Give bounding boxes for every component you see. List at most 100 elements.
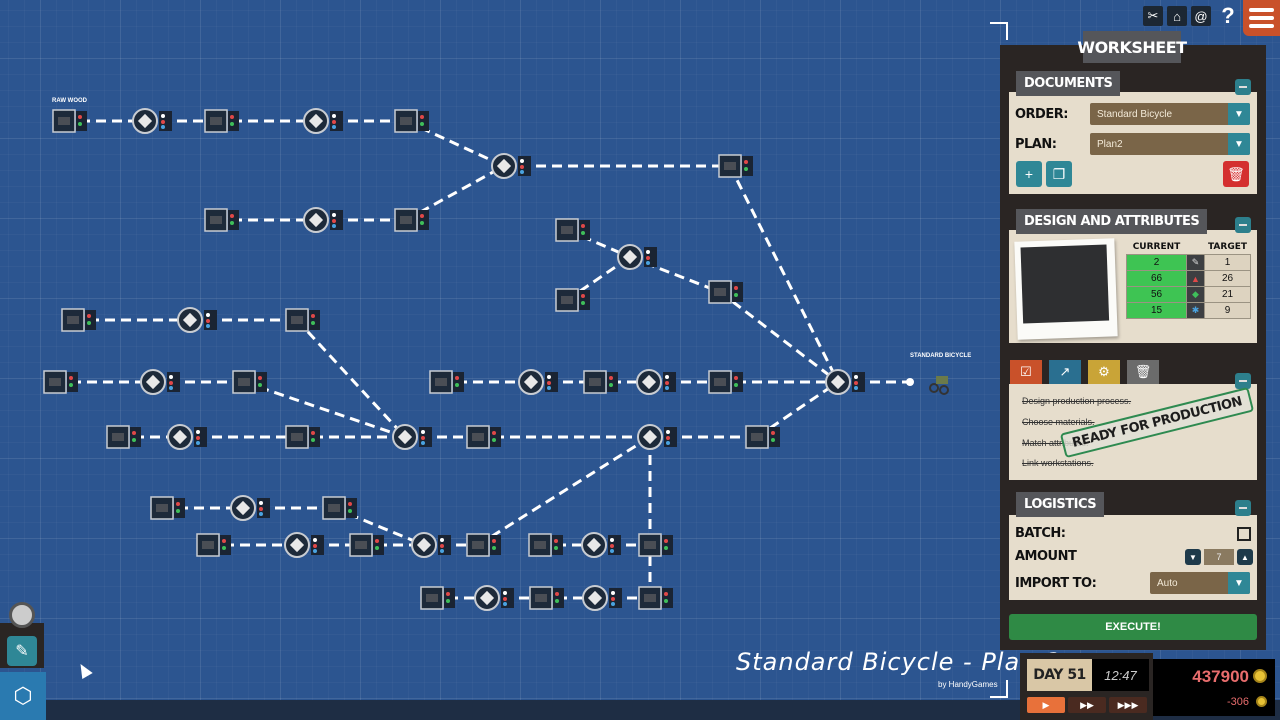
workstation-node[interactable] [491,153,531,179]
workstation-node[interactable] [581,532,621,558]
clock: 12:47 [1092,659,1149,691]
connection-line[interactable] [629,255,721,294]
material-node[interactable] [204,208,239,232]
material-node[interactable] [638,586,673,610]
production-graph[interactable] [0,0,1000,700]
new-document-icon: + [1024,166,1034,182]
connection-line[interactable] [243,380,406,439]
workstation-node[interactable] [825,369,865,395]
copy-plan-button[interactable]: ❐ [1046,161,1072,187]
material-node[interactable] [394,109,429,133]
fast-forward-button[interactable]: ▶▶ [1068,697,1106,713]
tab-stats[interactable]: ↗ [1049,360,1081,384]
material-node[interactable] [349,533,384,557]
material-node[interactable] [420,586,455,610]
connection-line[interactable] [728,165,840,383]
workstation-node[interactable] [284,532,324,558]
task-item: Choose materials. [1022,417,1095,427]
speed-dial-icon[interactable] [9,602,35,628]
collapse-design-button[interactable] [1235,217,1251,233]
collapse-logistics-button[interactable] [1235,500,1251,516]
workstation-node[interactable] [617,244,657,270]
workstation-node[interactable] [636,369,676,395]
material-node[interactable] [43,370,78,394]
output-label: STANDARD BICYCLE [910,353,972,359]
connection-line[interactable] [477,435,651,547]
home-icon[interactable]: ⌂ [1167,6,1187,26]
workstation-node[interactable] [474,585,514,611]
material-node[interactable] [528,533,563,557]
material-node[interactable] [708,280,743,304]
material-node[interactable] [429,370,464,394]
material-node[interactable] [555,288,590,312]
help-button[interactable]: ? [1215,3,1241,28]
chevron-up-icon: ▲ [1241,552,1249,562]
material-node[interactable] [529,586,564,610]
material-node[interactable] [466,533,501,557]
collapse-documents-button[interactable] [1235,79,1251,95]
material-node[interactable] [583,370,618,394]
target-value: 21 [1204,286,1251,303]
tools-icon[interactable]: ✂ [1143,6,1163,26]
material-node[interactable] [61,308,96,332]
material-node[interactable] [555,218,590,242]
play-button[interactable]: ▶ [1027,697,1065,713]
material-node[interactable] [196,533,231,557]
coin-icon [1253,669,1267,683]
material-node[interactable] [285,425,320,449]
fastest-forward-button[interactable]: ▶▶▶ [1109,697,1147,713]
current-value: 15 [1126,302,1187,319]
workstation-node[interactable] [303,207,343,233]
notes-button[interactable]: ✎ [7,636,37,666]
new-plan-button[interactable]: + [1016,161,1042,187]
workstation-node[interactable] [637,424,677,450]
chevron-down-icon: ▼ [1228,103,1250,125]
workstation-node[interactable] [392,424,432,450]
order-dropdown[interactable]: Standard Bicycle ▼ [1090,103,1250,125]
logistics-map-button[interactable]: ⬡ [0,672,46,720]
material-node[interactable] [150,496,185,520]
workstation-node[interactable] [518,369,558,395]
tab-checklist[interactable]: ☑ [1010,360,1042,384]
order-label: ORDER: [1015,107,1068,122]
target-value: 1 [1204,254,1251,271]
delete-plan-button[interactable]: 🗑 [1223,161,1249,187]
material-node[interactable] [232,370,267,394]
tab-trash[interactable]: 🗑 [1127,360,1159,384]
task-item: Design production process. [1022,396,1132,406]
logistics-header: LOGISTICS [1016,492,1105,517]
menu-button[interactable] [1243,0,1280,36]
material-node[interactable] [745,425,780,449]
workstation-node[interactable] [177,307,217,333]
material-node[interactable] [106,425,141,449]
material-node[interactable] [52,109,87,133]
amount-increase-button[interactable]: ▲ [1237,549,1253,565]
workstation-node[interactable] [582,585,622,611]
material-node[interactable] [322,496,357,520]
snail-icon[interactable]: @ [1191,6,1211,26]
material-node[interactable] [638,533,673,557]
tab-workers[interactable]: ⚙ [1088,360,1120,384]
material-node[interactable] [394,208,429,232]
amount-value[interactable]: 7 [1204,549,1234,565]
workstation-node[interactable] [303,108,343,134]
top-toolbar: ✂ ⌂ @ ? [1143,3,1241,28]
material-node[interactable] [466,425,501,449]
workstation-node[interactable] [167,424,207,450]
plan-dropdown[interactable]: Plan2 ▼ [1090,133,1250,155]
output-endpoint[interactable] [906,378,914,386]
batch-checkbox[interactable] [1237,527,1251,541]
connection-line[interactable] [719,290,839,384]
workstation-node[interactable] [140,369,180,395]
amount-decrease-button[interactable]: ▼ [1185,549,1201,565]
workstation-node[interactable] [230,495,270,521]
workstation-node[interactable] [411,532,451,558]
material-node[interactable] [718,154,753,178]
collapse-checklist-button[interactable] [1235,373,1251,389]
material-node[interactable] [708,370,743,394]
import-dropdown[interactable]: Auto ▼ [1150,572,1250,594]
workstation-node[interactable] [132,108,172,134]
execute-button[interactable]: EXECUTE! [1009,614,1257,640]
material-node[interactable] [285,308,320,332]
material-node[interactable] [204,109,239,133]
